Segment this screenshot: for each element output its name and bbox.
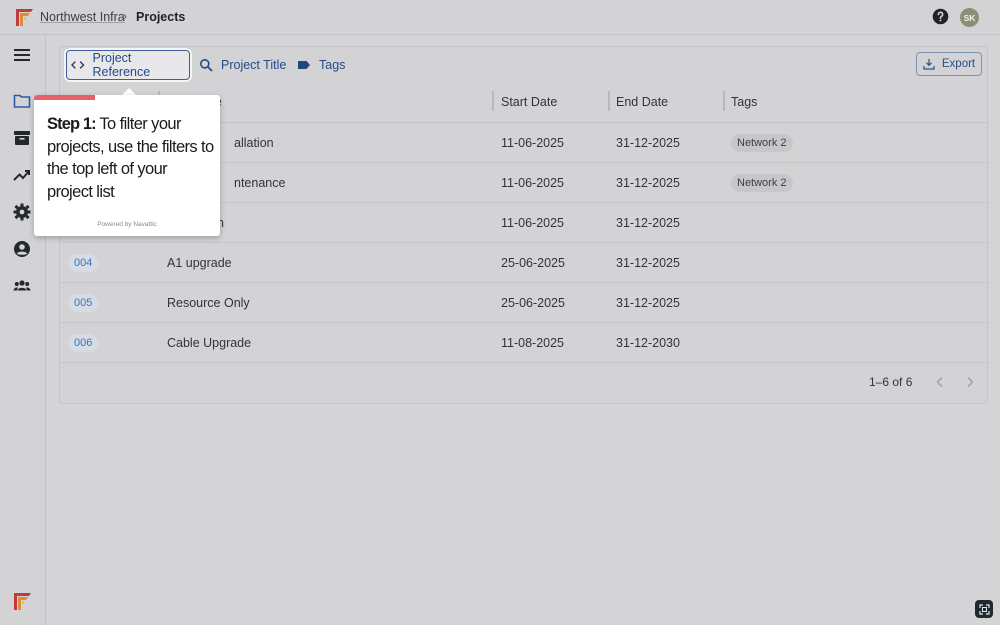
table-row[interactable]: 006 Cable Upgrade 11-08-2025 31-12-2030 [60, 323, 987, 363]
filter-tags-button[interactable]: Tags [297, 50, 345, 80]
download-icon [923, 59, 935, 70]
app-logo-bottom [14, 593, 31, 610]
tag-chip: Network 2 [731, 134, 793, 152]
start-date-cell: 11-06-2025 [501, 176, 565, 190]
fullscreen-icon [978, 603, 990, 615]
end-date-cell: 31-12-2030 [616, 336, 680, 350]
project-title-cell: allation [234, 136, 274, 150]
fullscreen-button[interactable] [975, 600, 993, 618]
filter-project-title-label: Project Title [221, 58, 287, 72]
project-title-cell: ntenance [234, 176, 286, 190]
folder-icon[interactable] [13, 92, 31, 110]
breadcrumb-current: Projects [136, 10, 186, 24]
tour-progress-bar [34, 95, 96, 100]
end-date-cell: 31-12-2025 [616, 216, 680, 230]
chevron-right-icon [967, 376, 974, 388]
powered-by-label[interactable]: Powered by Navattic [34, 221, 220, 228]
trending-up-icon[interactable] [13, 166, 31, 184]
chevron-left-icon [936, 376, 943, 388]
export-button[interactable]: Export [916, 52, 982, 76]
search-icon [200, 59, 213, 72]
project-title-cell: A1 upgrade [167, 256, 232, 270]
tag-chip: Network 2 [731, 174, 793, 192]
start-date-cell: 11-06-2025 [501, 136, 565, 150]
previous-page-button[interactable] [933, 375, 947, 389]
archive-icon[interactable] [13, 129, 31, 147]
end-date-cell: 31-12-2025 [616, 256, 680, 270]
start-date-cell: 11-08-2025 [501, 336, 565, 350]
pagination-range: 1–6 of 6 [869, 375, 913, 389]
filter-project-title-button[interactable]: Project Title [199, 50, 286, 80]
breadcrumb-org-link[interactable]: Northwest Infra [40, 10, 125, 24]
project-title-cell: Cable Upgrade [167, 336, 252, 350]
column-separator[interactable] [492, 91, 494, 111]
end-date-cell: 31-12-2025 [616, 136, 680, 150]
tour-tooltip: Step 1: To filter your projects, use the… [34, 95, 220, 236]
top-bar: Northwest Infra › Projects SK [0, 0, 1000, 35]
end-date-cell: 31-12-2025 [616, 176, 680, 190]
group-icon[interactable] [13, 277, 31, 295]
project-title-cell: Resource Only [167, 296, 250, 310]
next-page-button[interactable] [963, 375, 977, 389]
start-date-cell: 25-06-2025 [501, 296, 565, 310]
project-reference-chip[interactable]: 006 [68, 334, 99, 352]
export-label: Export [941, 58, 976, 70]
table-row[interactable]: 004 A1 upgrade 25-06-2025 31-12-2025 [60, 243, 987, 283]
column-separator[interactable] [608, 91, 610, 111]
gear-icon[interactable] [13, 203, 31, 221]
column-header-end-date[interactable]: End Date [616, 95, 668, 109]
avatar[interactable]: SK [960, 8, 979, 27]
breadcrumb-separator: › [123, 9, 127, 23]
table-row[interactable]: 005 Resource Only 25-06-2025 31-12-2025 [60, 283, 987, 323]
start-date-cell: 11-06-2025 [501, 216, 565, 230]
account-circle-icon[interactable] [13, 240, 31, 258]
code-icon [71, 61, 85, 69]
label-icon [298, 61, 310, 69]
app-logo[interactable] [16, 9, 33, 26]
project-reference-chip[interactable]: 005 [68, 294, 99, 312]
help-icon[interactable] [932, 8, 949, 25]
tooltip-step-label: Step 1: [47, 115, 97, 133]
menu-icon[interactable] [13, 46, 31, 64]
end-date-cell: 31-12-2025 [616, 296, 680, 310]
filter-project-reference-button[interactable]: Project Reference [66, 50, 190, 80]
start-date-cell: 25-06-2025 [501, 256, 565, 270]
filter-tags-label: Tags [319, 58, 346, 72]
column-header-start-date[interactable]: Start Date [501, 95, 557, 109]
project-reference-chip[interactable]: 004 [68, 254, 99, 272]
column-separator[interactable] [723, 91, 725, 111]
filter-project-reference-label: Project Reference [92, 51, 151, 79]
tooltip-message: Step 1: To filter your projects, use the… [47, 113, 215, 203]
column-header-tags[interactable]: Tags [731, 95, 757, 109]
